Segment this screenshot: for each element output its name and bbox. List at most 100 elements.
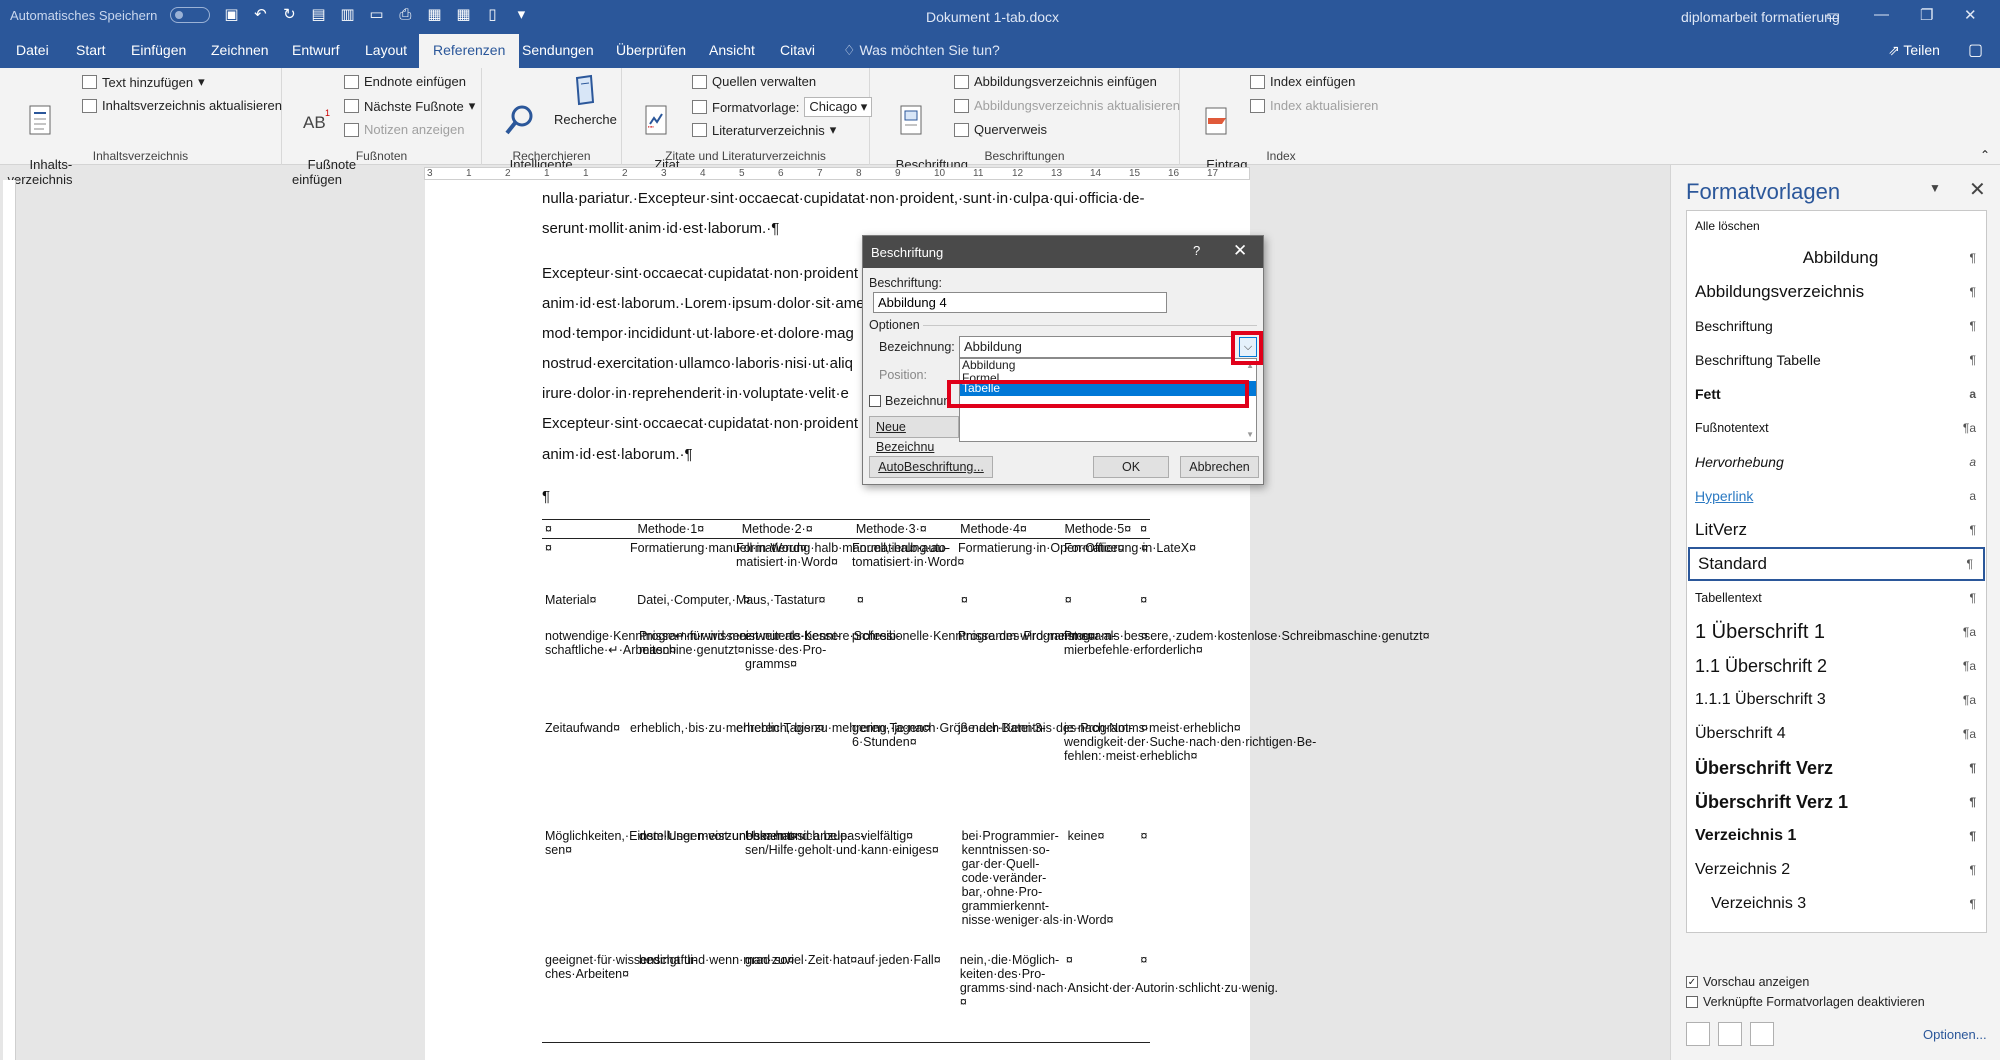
style-item[interactable]: Beschriftung ¶: [1687, 309, 1986, 343]
paragraph-line: nulla·pariatur.·Excepteur·sint·occaecat·…: [542, 190, 1145, 207]
style-item[interactable]: Hyperlink a: [1687, 479, 1986, 513]
row-end-mark: ¤: [1141, 541, 1148, 555]
close-pane-icon[interactable]: ✕: [1969, 177, 1986, 202]
comments-icon[interactable]: ▢: [1968, 40, 1983, 60]
label-select[interactable]: Abbildung: [959, 336, 1235, 358]
next-footnote-button[interactable]: Nächste Fußnote ▾: [344, 98, 475, 114]
style-name: Beschriftung Tabelle: [1695, 352, 1821, 368]
preview-check-box[interactable]: ✓: [1686, 976, 1698, 988]
caption-icon: [900, 105, 922, 135]
researcher-icon: [575, 74, 595, 106]
style-item[interactable]: Tabellentext ¶: [1687, 581, 1986, 615]
citation-style-select[interactable]: Chicago ▾: [804, 97, 873, 117]
style-item[interactable]: Beschriftung Tabelle ¶: [1687, 343, 1986, 377]
tab-entwurf[interactable]: Entwurf: [292, 42, 339, 58]
research-group-label: Recherchieren: [512, 149, 591, 163]
tab-einfuegen[interactable]: Einfügen: [131, 42, 186, 58]
tell-me-search[interactable]: ♢ Was möchten Sie tun?: [843, 42, 1000, 59]
style-inspector-icon[interactable]: [1718, 1022, 1742, 1046]
close-window-icon[interactable]: ✕: [1964, 6, 1977, 24]
style-item[interactable]: Fett a: [1687, 377, 1986, 411]
autocaption-button[interactable]: AutoBeschriftung...: [869, 456, 993, 478]
ruler-tick-label: 1: [583, 168, 589, 179]
tab-ansicht[interactable]: Ansicht: [709, 42, 755, 58]
tab-start[interactable]: Start: [76, 42, 106, 58]
style-item[interactable]: Abbildung ¶: [1687, 241, 1986, 275]
manage-sources-button[interactable]: Quellen verwalten: [692, 74, 816, 89]
style-item[interactable]: Verzeichnis 1 ¶: [1687, 819, 1986, 853]
caption-input[interactable]: [873, 292, 1167, 313]
ok-button[interactable]: OK: [1093, 456, 1169, 478]
tab-citavi[interactable]: Citavi: [780, 42, 815, 58]
collapse-ribbon-icon[interactable]: ⌃: [1980, 148, 1990, 162]
pane-options-icon[interactable]: ▼: [1929, 181, 1941, 195]
crossref-button[interactable]: Querverweis: [954, 122, 1047, 137]
account-name[interactable]: diplomarbeit formatierung: [1681, 9, 1840, 25]
linked-check-box[interactable]: [1686, 996, 1698, 1008]
style-item[interactable]: Überschrift 4 ¶a: [1687, 717, 1986, 751]
manage-styles-icon[interactable]: [1750, 1022, 1774, 1046]
table-cell: Programm·wird·meist·nur·als·bessere·Schr…: [639, 629, 901, 657]
ribbon-tabs: Datei Start Einfügen Zeichnen Entwurf La…: [0, 34, 2000, 68]
tab-sendungen[interactable]: Sendungen: [522, 42, 594, 58]
exclude-label-checkbox[interactable]: Bezeichnun: [869, 394, 950, 408]
lightbulb-icon: ♢: [843, 42, 860, 58]
new-style-icon[interactable]: [1686, 1022, 1710, 1046]
table-cell: erheblich,·bis·zu·mehreren·Tagen¤: [630, 721, 825, 735]
style-item[interactable]: Hervorhebung a: [1687, 445, 1986, 479]
close-icon[interactable]: ✕: [1233, 241, 1247, 261]
style-item[interactable]: Fußnotentext ¶a: [1687, 411, 1986, 445]
endnote-icon: [344, 74, 359, 89]
update-toc-button[interactable]: Inhaltsverzeichnis aktualisieren: [82, 98, 282, 113]
exclude-label-box[interactable]: [869, 395, 881, 407]
tab-zeichnen[interactable]: Zeichnen: [211, 42, 269, 58]
researcher-button[interactable]: Recherche: [554, 74, 617, 127]
svg-text:"": "": [648, 125, 654, 134]
options-link[interactable]: Optionen...: [1923, 1027, 1987, 1042]
style-item[interactable]: Überschrift Verz 1 ¶: [1687, 785, 1986, 819]
preview-checkbox[interactable]: ✓ Vorschau anzeigen: [1686, 975, 1809, 989]
ribbon-display-icon[interactable]: ▭: [1826, 6, 1840, 24]
insert-index-button[interactable]: Index einfügen: [1250, 74, 1355, 89]
style-item[interactable]: Abbildungsverzeichnis ¶: [1687, 275, 1986, 309]
comparison-table[interactable]: ¤ Methode·1¤ Methode·2·¤ Methode·3·¤ Met…: [542, 519, 1430, 1043]
style-item[interactable]: Verzeichnis 3 ¶: [1687, 887, 1986, 921]
style-item[interactable]: Verzeichnis 2 ¶: [1687, 853, 1986, 887]
row-end-mark: ¤: [1140, 593, 1148, 607]
restore-icon[interactable]: ❐: [1920, 6, 1933, 24]
style-type-mark: ¶: [1969, 829, 1976, 843]
cancel-button[interactable]: Abbrechen: [1180, 456, 1259, 478]
new-label-button[interactable]: Neue Bezeichnu: [869, 416, 959, 454]
insert-endnote-button[interactable]: Endnote einfügen: [344, 74, 466, 89]
bibliography-button[interactable]: Literaturverzeichnis ▾: [692, 122, 836, 138]
bibliography-label: Literaturverzeichnis: [712, 122, 825, 138]
help-icon[interactable]: ?: [1193, 243, 1200, 258]
style-item[interactable]: 1.1 Überschrift 2 ¶a: [1687, 649, 1986, 683]
horizontal-ruler[interactable]: 3 1 2 1 1 2 3 4 5 6 7 8 9 10 11 12 13 14 15 16 17: [424, 167, 1250, 180]
style-item[interactable]: Überschrift Verz ¶: [1687, 751, 1986, 785]
ruler-tick-label: 3: [661, 168, 667, 179]
tab-datei[interactable]: Datei: [16, 42, 49, 58]
insert-footnote-button[interactable]: AB 1 Fußnote einfügen: [286, 74, 356, 202]
insert-index-label: Index einfügen: [1270, 74, 1356, 89]
style-item[interactable]: 1 Überschrift 1 ¶a: [1687, 615, 1986, 649]
update-index-button[interactable]: Index aktualisieren: [1250, 98, 1378, 113]
share-button[interactable]: ⇗ Teilen: [1888, 42, 1940, 59]
list-scroll-down-icon[interactable]: ▼: [1246, 430, 1254, 439]
tab-layout[interactable]: Layout: [365, 42, 407, 58]
minimize-icon[interactable]: —: [1874, 6, 1889, 23]
tab-ueberpruefen[interactable]: Überprüfen: [616, 42, 686, 58]
insert-tof-button[interactable]: Abbildungsverzeichnis einfügen: [954, 74, 1157, 89]
show-notes-button[interactable]: Notizen anzeigen: [344, 122, 464, 137]
style-type-mark: ¶: [1969, 285, 1976, 299]
style-item[interactable]: 1.1.1 Überschrift 3 ¶a: [1687, 683, 1986, 717]
tab-referenzen[interactable]: Referenzen: [419, 34, 520, 68]
update-tof-button[interactable]: Abbildungsverzeichnis aktualisieren: [954, 98, 1180, 113]
clear-all-item[interactable]: Alle löschen: [1687, 211, 1986, 241]
style-item[interactable]: LitVerz ¶: [1687, 513, 1986, 547]
add-text-button[interactable]: Text hinzufügen ▾: [82, 74, 205, 90]
style-type-mark: ¶: [1969, 319, 1976, 333]
linked-styles-checkbox[interactable]: Verknüpfte Formatvorlagen deaktivieren: [1686, 995, 1925, 1009]
style-item-selected[interactable]: Standard ¶: [1688, 547, 1985, 581]
dropdown-option[interactable]: Abbildung: [960, 359, 1256, 372]
